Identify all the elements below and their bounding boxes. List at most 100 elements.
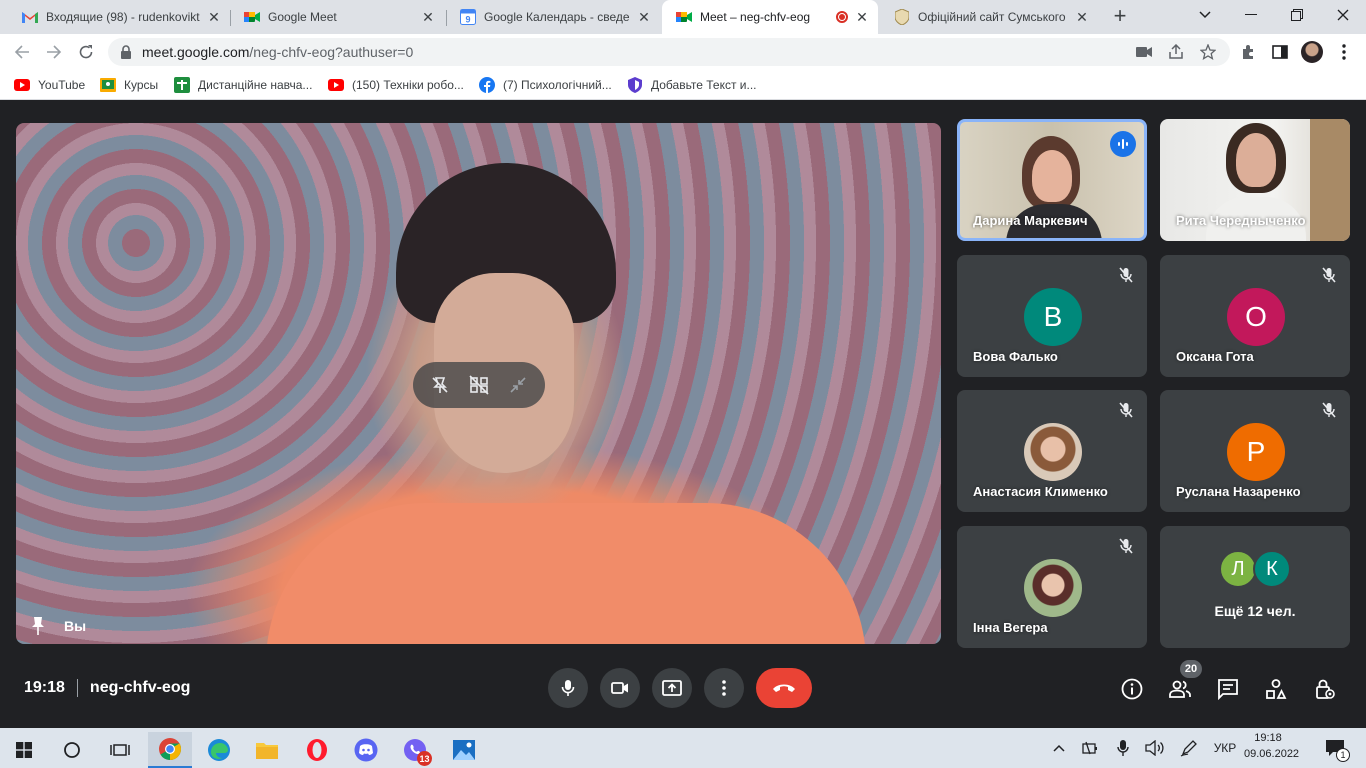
participant-tile[interactable]: Рита Чередныченко xyxy=(1160,119,1350,241)
task-view-icon[interactable] xyxy=(98,732,142,768)
self-video-tile[interactable]: Вы xyxy=(16,123,941,644)
tab-title: Meet – neg-chfv-eog xyxy=(700,10,811,24)
microphone-button[interactable] xyxy=(548,668,588,708)
minimize-tile-icon[interactable] xyxy=(503,370,533,400)
participant-tile[interactable]: Р Руслана Назаренко xyxy=(1160,390,1350,512)
tab-gmail[interactable]: Входящие (98) - rudenkovikt ✕ xyxy=(8,0,230,34)
participant-tile[interactable]: Інна Вегера xyxy=(957,526,1147,648)
file-explorer-icon[interactable] xyxy=(245,732,289,768)
discord-taskbar-icon[interactable] xyxy=(344,732,388,768)
meeting-info: 19:18 neg-chfv-eog xyxy=(24,679,190,697)
lock-icon[interactable] xyxy=(120,45,134,59)
bookmark-courses[interactable]: Курсы xyxy=(100,76,158,94)
tab-meet-active[interactable]: Meet – neg-chfv-eog ✕ xyxy=(662,0,878,34)
shield-icon xyxy=(627,77,643,93)
mic-off-icon xyxy=(1115,399,1137,421)
bookmark-label: Курсы xyxy=(124,78,159,92)
profile-avatar[interactable] xyxy=(1300,40,1324,64)
notifications-icon[interactable]: 1 xyxy=(1318,728,1352,768)
forward-button[interactable] xyxy=(42,40,66,64)
participant-tile[interactable]: О Оксана Гота xyxy=(1160,255,1350,377)
close-icon[interactable]: ✕ xyxy=(854,9,870,25)
unpin-icon[interactable] xyxy=(425,370,455,400)
chat-icon[interactable] xyxy=(1214,675,1242,703)
language-indicator[interactable]: УКР xyxy=(1210,728,1240,768)
camera-button[interactable] xyxy=(600,668,640,708)
more-participants-tile[interactable]: Л К Ещё 12 чел. xyxy=(1160,526,1350,648)
participant-photo-avatar xyxy=(1024,423,1082,481)
extensions-icon[interactable] xyxy=(1236,40,1260,64)
browser-menu-icon[interactable] xyxy=(1332,40,1356,64)
restore-button[interactable] xyxy=(1274,0,1320,30)
close-icon[interactable]: ✕ xyxy=(636,9,652,25)
bookmark-psychology[interactable]: (7) Психологічний... xyxy=(479,76,612,94)
meet-icon xyxy=(676,9,692,25)
bookmark-techniques[interactable]: (150) Техніки робо... xyxy=(328,76,464,94)
tab-title: Google Календарь - сведени xyxy=(484,10,630,24)
participant-name: Оксана Гота xyxy=(1176,349,1254,364)
participant-tile[interactable]: Анастасия Клименко xyxy=(957,390,1147,512)
close-icon[interactable]: ✕ xyxy=(420,9,436,25)
participant-tile[interactable]: В Вова Фалько xyxy=(957,255,1147,377)
more-options-button[interactable] xyxy=(704,668,744,708)
close-icon[interactable]: ✕ xyxy=(206,9,222,25)
bookmark-label: (150) Техніки робо... xyxy=(352,78,464,92)
share-icon[interactable] xyxy=(1164,40,1188,64)
present-screen-button[interactable] xyxy=(652,668,692,708)
new-tab-button[interactable]: + xyxy=(1108,5,1132,29)
youtube-icon xyxy=(14,77,30,93)
bookmark-distance-learning[interactable]: Дистанційне навча... xyxy=(174,76,312,94)
participant-avatar: Р xyxy=(1227,423,1285,481)
side-panel-icon[interactable] xyxy=(1268,40,1292,64)
edge-taskbar-icon[interactable] xyxy=(197,732,241,768)
tab-google-meet[interactable]: Google Meet ✕ xyxy=(230,0,444,34)
camera-in-use-icon[interactable] xyxy=(1132,40,1156,64)
participant-video-face xyxy=(1032,150,1072,202)
participants-icon[interactable] xyxy=(1166,675,1194,703)
classroom-icon xyxy=(100,77,116,93)
hide-tile-icon[interactable] xyxy=(464,370,494,400)
mic-off-icon xyxy=(1318,264,1340,286)
participant-tile[interactable]: Дарина Маркевич xyxy=(957,119,1147,241)
meeting-details-icon[interactable] xyxy=(1118,675,1146,703)
photos-taskbar-icon[interactable] xyxy=(442,732,486,768)
tab-google-calendar[interactable]: 9 Google Календарь - сведени ✕ xyxy=(446,0,660,34)
show-hidden-icons-icon[interactable] xyxy=(1048,728,1070,768)
clock-date: 09.06.2022 xyxy=(1244,748,1300,760)
more-participants-label: Ещё 12 чел. xyxy=(1214,603,1296,619)
back-button[interactable] xyxy=(10,40,34,64)
meet-page: Вы Дарина Маркевич Рита Чередныченко В В… xyxy=(0,101,1366,727)
tab-official-site[interactable]: Офіційний сайт Сумського ✕ xyxy=(880,0,1098,34)
youtube-icon xyxy=(328,77,344,93)
close-window-button[interactable] xyxy=(1320,0,1366,30)
bookmark-youtube[interactable]: YouTube xyxy=(14,76,85,94)
meeting-time: 19:18 xyxy=(24,679,65,696)
address-bar[interactable]: meet.google.com/neg-chfv-eog?authuser=0 xyxy=(108,38,1230,66)
pen-icon[interactable] xyxy=(1178,728,1200,768)
participants-count-badge: 20 xyxy=(1180,660,1202,678)
bookmark-add-text[interactable]: Добавьте Текст и... xyxy=(627,76,757,94)
opera-taskbar-icon[interactable] xyxy=(295,732,339,768)
search-icon[interactable] xyxy=(50,732,94,768)
viber-badge: 13 xyxy=(417,751,432,766)
pin-icon[interactable] xyxy=(28,616,48,636)
leave-call-button[interactable] xyxy=(756,668,812,708)
participant-name: Дарина Маркевич xyxy=(973,213,1088,228)
self-name-label: Вы xyxy=(28,616,86,636)
chrome-taskbar-icon[interactable] xyxy=(148,732,192,768)
minimize-button[interactable] xyxy=(1228,0,1274,30)
reload-button[interactable] xyxy=(74,40,98,64)
participant-avatar: Л xyxy=(1219,550,1257,588)
system-clock[interactable]: 19:18 09.06.2022 xyxy=(1244,730,1300,762)
tab-search-icon[interactable] xyxy=(1182,0,1228,30)
volume-icon[interactable] xyxy=(1144,728,1166,768)
viber-taskbar-icon[interactable]: 13 xyxy=(393,732,437,768)
host-controls-icon[interactable] xyxy=(1310,675,1338,703)
bookmark-star-icon[interactable] xyxy=(1196,40,1220,64)
close-icon[interactable]: ✕ xyxy=(1074,9,1090,25)
clock-time: 19:18 xyxy=(1254,732,1282,744)
battery-network-icon[interactable] xyxy=(1080,728,1102,768)
activities-icon[interactable] xyxy=(1262,675,1290,703)
microphone-tray-icon[interactable] xyxy=(1112,728,1134,768)
start-button[interactable] xyxy=(2,732,46,768)
